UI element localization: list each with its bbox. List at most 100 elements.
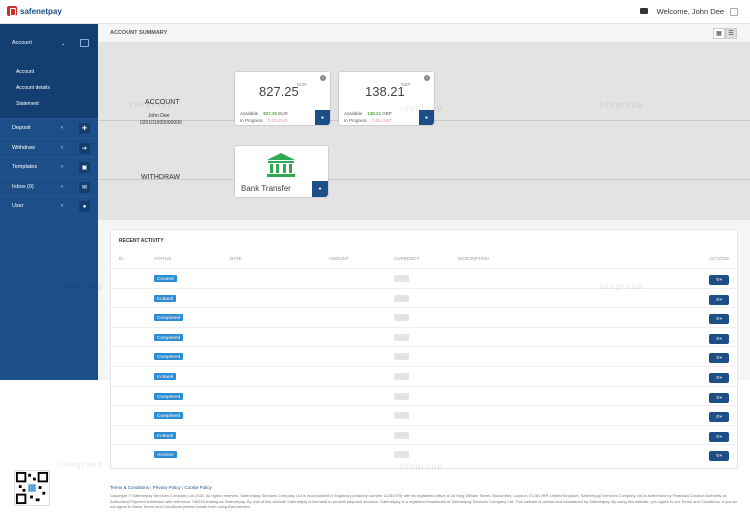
withdraw-label: WITHDRAW [141,174,181,181]
watermark: rdvgroup [400,104,444,113]
footer-links: Terms & Conditions | Privacy Policy | Co… [110,485,212,490]
logout-icon[interactable] [730,7,738,16]
brand-name: safenetpay [20,6,62,16]
row-actions-button[interactable]: ⚙▾ [709,431,729,442]
top-bar: safenetpay Welcome, John Dee [0,0,750,24]
currency-badge: EUR [394,392,409,400]
chevron-left-icon: ‹ [61,164,63,170]
envelope-icon: ✉ [79,181,90,193]
progress-line: In Progress 0.00 EUR [240,118,288,123]
logo-icon [7,6,17,16]
sidebar-item-account[interactable]: Account ⌄ [0,24,98,62]
column-header: STATUS [154,256,172,261]
watermark: rdvgroup [600,100,644,109]
row-actions-button[interactable]: ⚙▾ [709,353,729,364]
briefcase-icon: ▣ [79,162,90,173]
balance-amount: 827.25 [259,84,299,99]
arrow-right-icon: ➔ [79,142,90,154]
currency-badge: EUR [394,373,409,380]
sidebar-item-label: Withdraw [12,144,35,151]
copyright-text: Copyright © Safenetpay Services Company … [110,493,738,509]
account-holder: John Dee [148,113,170,119]
status-badge: In Bank [154,431,177,439]
bank-transfer-card[interactable]: Bank Transfer ● [234,145,329,198]
currency-badge: EUR [394,275,409,282]
account-number: 020101000000000 [140,120,182,126]
account-summary-title: ACCOUNT SUMMARY [110,30,168,36]
terms-link[interactable]: Terms & Conditions [110,485,149,490]
sidebar-item-inbox[interactable]: Inbox (0) ‹ ✉ [0,176,98,197]
chevron-left-icon: ‹ [61,183,63,190]
balance-currency: GBP [401,82,411,87]
bank-transfer-label: Bank Transfer [241,184,291,193]
status-badge: Archive [154,451,177,459]
privacy-link[interactable]: Privacy Policy [153,485,181,490]
grid-view-icon[interactable]: ▦ [713,28,725,39]
status-badge: Created [154,275,177,282]
chevron-down-icon: ⌄ [61,41,66,47]
row-actions-button[interactable]: ⚙▾ [709,392,729,403]
cookie-link[interactable]: Cookie Policy [184,485,211,490]
list-view-icon[interactable]: ☰ [725,28,737,39]
row-actions-button[interactable]: ⚙▾ [709,275,729,285]
user-welcome[interactable]: Welcome, John Dee [657,7,738,16]
card-menu-button[interactable]: ● [315,110,330,125]
row-actions-button[interactable]: ⚙▾ [709,373,729,383]
sidebar-item-user[interactable]: User ‹ ● [0,196,98,216]
sidebar-item-templates[interactable]: Templates ‹ ▣ [0,157,98,177]
status-badge: Completed [154,353,184,361]
help-icon[interactable]: ? [320,75,326,81]
sidebar-item-label: Inbox (0) [12,183,34,190]
world-map-background [98,42,750,220]
currency-badge: EUR [394,451,409,459]
sidebar-item-withdraw[interactable]: Withdraw ‹ ➔ [0,137,98,158]
card-icon [80,39,89,47]
table-row: Completed EUR ⚙▾ [111,385,737,406]
table-row: Completed EUR ⚙▾ [111,346,737,366]
plus-icon: ✚ [79,123,90,134]
chevron-left-icon: ‹ [61,203,63,209]
sidebar: Account ⌄ Account Account details Statem… [0,24,98,380]
sidebar-item-deposit[interactable]: Deposit ‹ ✚ [0,118,98,138]
table-row: In Bank EUR ⚙▾ [111,366,737,386]
currency-badge: EUR [394,353,409,361]
watermark: rdvgroup [60,460,104,469]
gbp-balance-card: ? 138.21 GBP Available 138.21 GBP In Pro… [338,71,435,126]
help-icon[interactable]: ? [424,75,430,81]
user-icon: ● [79,201,90,212]
chevron-left-icon: ‹ [61,144,63,151]
sidebar-item-label: Templates [12,164,38,171]
status-badge: Completed [154,412,184,420]
chevron-left-icon: ‹ [61,125,63,131]
bank-transfer-button[interactable]: ● [312,181,328,197]
watermark: rdvgroup [60,282,104,291]
column-header: DESCRIPTION [458,256,489,261]
brand-logo[interactable]: safenetpay [7,6,62,16]
sidebar-item-label: User [12,203,24,210]
column-header: DATE [230,256,242,261]
recent-activity-panel: RECENT ACTIVITY ID STATUS DATE AMOUNT CU… [110,229,738,469]
available-line: Available 138.21 GBP [344,111,392,116]
row-actions-button[interactable]: ⚙▾ [709,333,729,344]
currency-badge: EUR [394,333,409,341]
bank-icon [267,153,295,177]
table-row: Completed EUR ⚙▾ [111,405,737,425]
row-actions-button[interactable]: ⚙▾ [709,412,729,423]
envelope-icon[interactable] [640,8,648,14]
submenu-item-statement[interactable]: Statement [0,96,98,112]
column-header: ACTIONS [709,256,730,261]
submenu-item-account-details[interactable]: Account details [0,80,98,96]
currency-badge: EUR [394,294,409,302]
table-row: Completed EUR ⚙▾ [111,307,737,327]
row-actions-button[interactable]: ⚙▾ [709,451,729,462]
status-badge: Completed [154,333,184,341]
row-actions-button[interactable]: ⚙▾ [709,314,729,325]
currency-badge: EUR [394,412,409,420]
watermark: rdvgroup [600,282,644,291]
available-line: Available 827.25 EUR [240,111,288,116]
status-badge: Completed [154,392,184,400]
watermark: rdvgroup [400,462,444,471]
submenu-item-account[interactable]: Account [0,64,98,80]
row-actions-button[interactable]: ⚙▾ [709,294,729,305]
currency-badge: EUR [394,314,409,322]
